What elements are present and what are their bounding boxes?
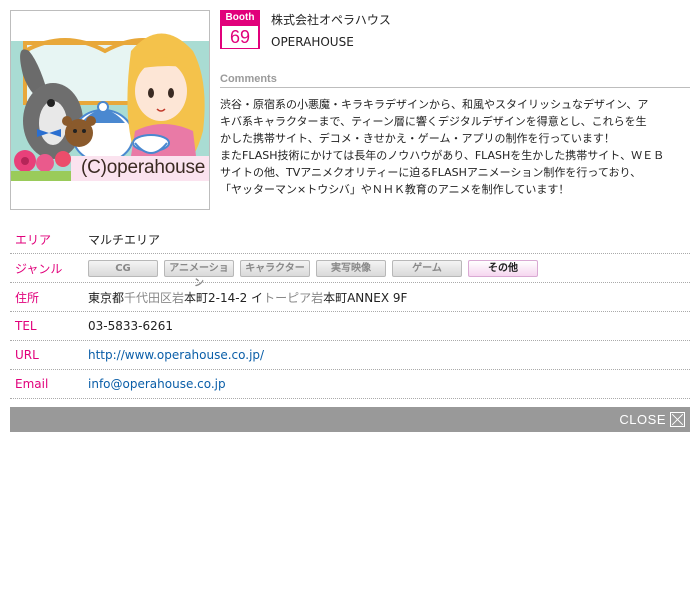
address-part: 東京都	[88, 290, 125, 305]
company-name-en: OPERAHOUSE	[271, 35, 354, 49]
comment-line: キバ系キャラクターまで、ティーン層に響くデジタルデザインを得意とし、これらを生	[220, 115, 647, 128]
address-label: 住所	[15, 290, 40, 305]
area-row: エリア マルチエリア	[10, 225, 690, 254]
image-credit: (C)operahouse	[81, 157, 206, 178]
close-button[interactable]: CLOSE	[619, 412, 666, 427]
comment-line: 「ヤッターマン×トウシバ」やＮＨＫ教育のアニメを制作しています！	[220, 183, 570, 196]
booth-badge: Booth 69	[220, 10, 260, 49]
email-link[interactable]: info@operahouse.co.jp	[88, 377, 226, 391]
comment-line: かした携帯サイト、デコメ・きせかえ・ゲーム・アプリの制作を行っています！	[220, 132, 615, 145]
close-icon[interactable]	[670, 412, 685, 427]
company-name-jp: 株式会社オペラハウス	[271, 13, 391, 27]
genre-tag-live-action[interactable]: 実写映像	[316, 259, 386, 277]
address-part: トーピア	[263, 290, 312, 305]
address-value: 東京都千代田区岩本町2-14-2 イトーピア岩本町ANNEX 9F	[88, 289, 407, 306]
url-link[interactable]: http://www.operahouse.co.jp/	[88, 348, 264, 362]
company-image: (C)operahouse	[10, 10, 210, 210]
area-label: エリア	[15, 232, 52, 247]
close-bar: CLOSE	[10, 407, 690, 432]
tel-label: TEL	[15, 319, 37, 333]
email-row: Email info@operahouse.co.jp	[10, 370, 690, 399]
url-label: URL	[15, 348, 39, 362]
address-row: 住所 東京都千代田区岩本町2-14-2 イトーピア岩本町ANNEX 9F	[10, 283, 690, 312]
comment-line: 渋谷・原宿系の小悪魔・キラキラデザインから、和風やスタイリッシュなデザイン、ア	[220, 98, 649, 111]
tel-row: TEL 03-5833-6261	[10, 312, 690, 341]
tel-value: 03-5833-6261	[88, 319, 174, 333]
url-row: URL http://www.operahouse.co.jp/	[10, 341, 690, 370]
genre-tag-animation[interactable]: アニメーション	[164, 259, 234, 289]
address-part: 本町2-14-2 イ	[184, 290, 264, 305]
genre-tags: CG アニメーション キャラクター 実写映像 ゲーム その他	[88, 259, 538, 289]
comment-line: サイトの他、TVアニメクオリティーに迫るFLASHアニメーション制作を行っており…	[220, 166, 642, 179]
address-part: 岩	[172, 290, 185, 305]
genre-label: ジャンル	[15, 261, 63, 276]
address-part: 岩	[311, 290, 324, 305]
illustration-graphic	[11, 11, 209, 209]
info-table: エリア マルチエリア ジャンル CG アニメーション キャラクター 実写映像 ゲ…	[10, 225, 690, 399]
genre-tag-game[interactable]: ゲーム	[392, 259, 462, 277]
genre-tag-other[interactable]: その他	[468, 259, 538, 277]
address-part: 本町ANNEX 9F	[323, 290, 408, 305]
genre-tag-character[interactable]: キャラクター	[240, 259, 310, 277]
comments-heading: Comments	[220, 73, 690, 88]
genre-row: ジャンル CG アニメーション キャラクター 実写映像 ゲーム その他	[10, 254, 690, 289]
comment-line: またFLASH技術にかけては長年のノウハウがあり、FLASHを生かした携帯サイト…	[220, 149, 665, 162]
genre-tag-cg[interactable]: CG	[88, 259, 158, 277]
email-label: Email	[15, 377, 49, 391]
booth-label: Booth	[225, 12, 255, 23]
area-value: マルチエリア	[88, 232, 161, 247]
comments-body: 渋谷・原宿系の小悪魔・キラキラデザインから、和風やスタイリッシュなデザイン、ア …	[220, 96, 692, 198]
address-part: 千代田区	[124, 290, 173, 305]
booth-number: 69	[222, 26, 258, 48]
